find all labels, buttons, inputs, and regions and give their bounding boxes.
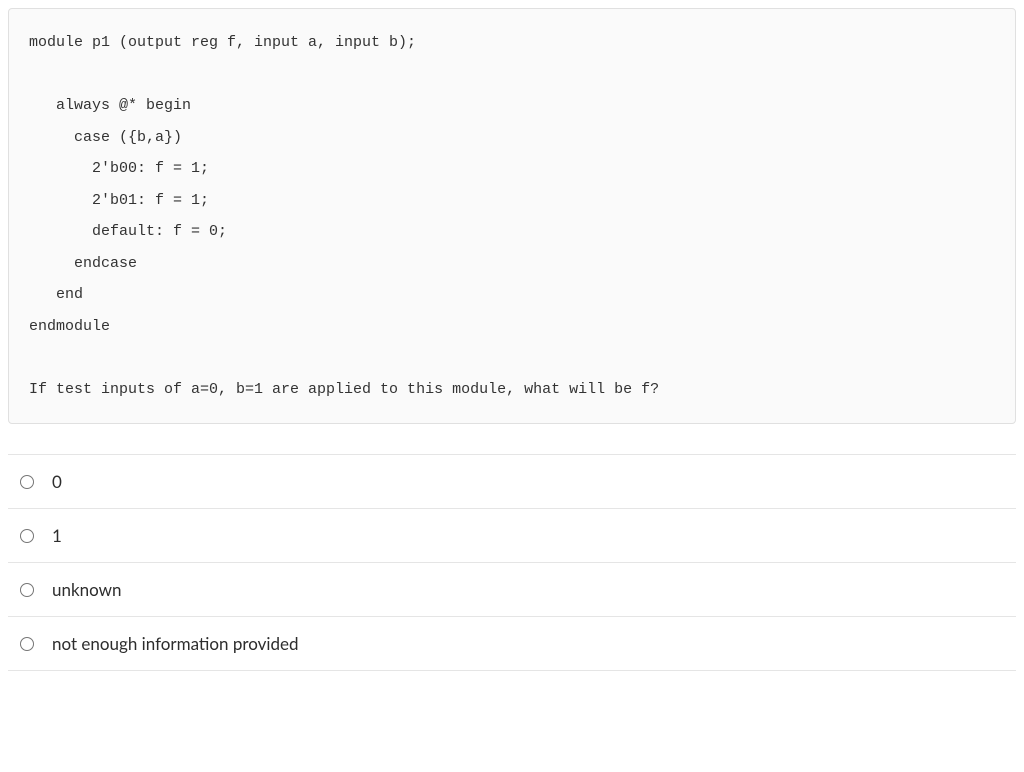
radio-0[interactable]	[20, 475, 34, 489]
code-line: case ({b,a})	[29, 129, 182, 146]
answer-label: 0	[52, 471, 62, 492]
code-line: default: f = 0;	[29, 223, 227, 240]
answer-label: unknown	[52, 579, 121, 600]
code-line: 2'b00: f = 1;	[29, 160, 209, 177]
answer-option-0[interactable]: 0	[8, 454, 1016, 509]
code-line: module p1 (output reg f, input a, input …	[29, 34, 416, 51]
code-line: endcase	[29, 255, 137, 272]
answer-option-not-enough[interactable]: not enough information provided	[8, 617, 1016, 671]
answer-label: not enough information provided	[52, 633, 299, 654]
radio-1[interactable]	[20, 529, 34, 543]
answer-label: 1	[52, 525, 62, 546]
answer-option-unknown[interactable]: unknown	[8, 563, 1016, 617]
code-line: always @* begin	[29, 97, 191, 114]
answer-options: 0 1 unknown not enough information provi…	[8, 454, 1016, 671]
code-line: 2'b01: f = 1;	[29, 192, 209, 209]
answer-option-1[interactable]: 1	[8, 509, 1016, 563]
radio-unknown[interactable]	[20, 583, 34, 597]
code-block: module p1 (output reg f, input a, input …	[8, 8, 1016, 424]
code-line: end	[29, 286, 83, 303]
radio-not-enough[interactable]	[20, 637, 34, 651]
code-line: endmodule	[29, 318, 110, 335]
code-line: If test inputs of a=0, b=1 are applied t…	[29, 381, 659, 398]
